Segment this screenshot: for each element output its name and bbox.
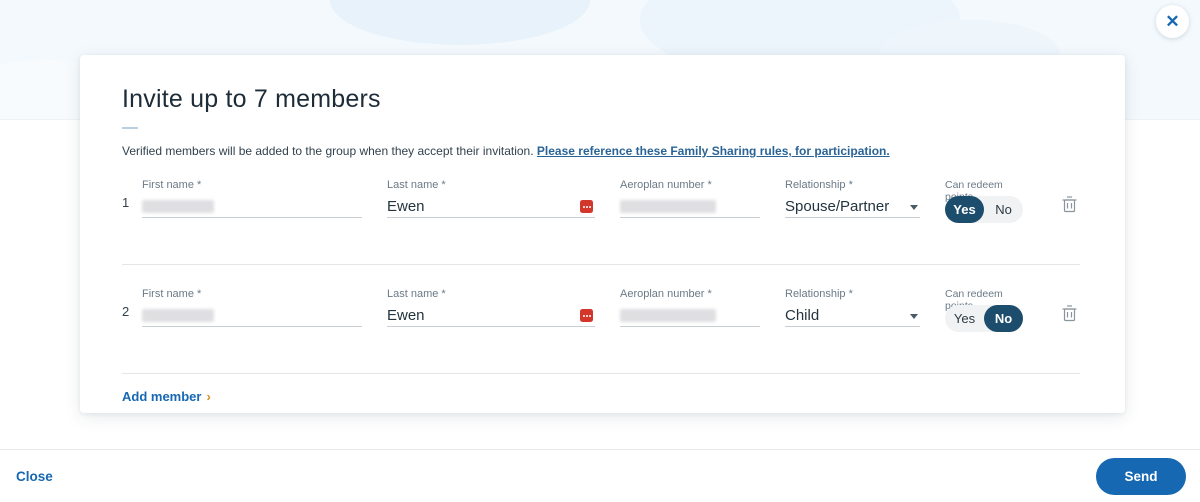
- last-name-field[interactable]: Last name * Ewen: [387, 288, 595, 332]
- can-redeem-toggle[interactable]: Yes No: [945, 196, 1023, 223]
- redacted-value: [142, 200, 214, 213]
- last-name-input[interactable]: Ewen: [387, 305, 595, 327]
- relationship-value-box[interactable]: Child: [785, 305, 920, 327]
- last-name-value: Ewen: [387, 307, 425, 324]
- dialog-close-button[interactable]: ✕: [1156, 5, 1189, 38]
- row-index: 1: [122, 195, 130, 210]
- family-sharing-rules-link[interactable]: Please reference these Family Sharing ru…: [537, 144, 890, 158]
- dialog-description: Verified members will be added to the gr…: [122, 144, 1080, 158]
- close-icon: ✕: [1165, 12, 1180, 31]
- relationship-select[interactable]: Relationship * Child: [785, 288, 920, 332]
- first-name-label: First name *: [142, 179, 202, 191]
- description-text: Verified members will be added to the gr…: [122, 144, 534, 158]
- send-button[interactable]: Send: [1096, 457, 1186, 495]
- chevron-down-icon[interactable]: [910, 205, 918, 210]
- can-redeem-toggle-group: Can redeem points Yes No: [945, 179, 1033, 223]
- can-redeem-label: Can redeem points: [945, 179, 1003, 203]
- aeroplan-number-input[interactable]: [620, 196, 760, 218]
- aeroplan-number-label: Aeroplan number *: [620, 288, 712, 300]
- relationship-label: Relationship *: [785, 179, 853, 191]
- last-name-field[interactable]: Last name * Ewen: [387, 179, 595, 223]
- row-divider: [122, 373, 1080, 374]
- last-name-label: Last name *: [387, 179, 446, 191]
- last-name-label: Last name *: [387, 288, 446, 300]
- redeem-no-pill[interactable]: No: [984, 196, 1023, 223]
- first-name-field[interactable]: First name *: [142, 288, 362, 332]
- trash-icon: [1062, 196, 1076, 213]
- can-redeem-toggle[interactable]: Yes No: [945, 305, 1023, 332]
- first-name-input[interactable]: [142, 305, 362, 327]
- dialog-footer-bar: Close Send: [0, 449, 1200, 502]
- redeem-yes-pill[interactable]: Yes: [945, 305, 984, 332]
- member-row: 2 First name * Last name * Ewen Aeroplan…: [122, 288, 1080, 332]
- first-name-label: First name *: [142, 288, 202, 300]
- add-member-label: Add member: [122, 389, 202, 404]
- redeem-yes-pill[interactable]: Yes: [945, 196, 984, 223]
- relationship-label: Relationship *: [785, 288, 853, 300]
- first-name-field[interactable]: First name *: [142, 179, 362, 223]
- redeem-no-pill[interactable]: No: [984, 305, 1023, 332]
- autofill-extension-icon[interactable]: [580, 200, 593, 213]
- first-name-input[interactable]: [142, 196, 362, 218]
- cloud-shape: [330, 0, 590, 45]
- aeroplan-number-field[interactable]: Aeroplan number *: [620, 179, 760, 223]
- row-divider: [122, 264, 1080, 265]
- row-index: 2: [122, 304, 130, 319]
- title-accent-dash: [122, 127, 138, 129]
- page-title: Invite up to 7 members: [122, 85, 381, 113]
- chevron-down-icon[interactable]: [910, 314, 918, 319]
- relationship-value: Child: [785, 307, 820, 324]
- aeroplan-number-label: Aeroplan number *: [620, 179, 712, 191]
- autofill-extension-icon[interactable]: [580, 309, 593, 322]
- aeroplan-number-input[interactable]: [620, 305, 760, 327]
- trash-icon: [1062, 305, 1076, 322]
- close-button[interactable]: Close: [16, 469, 53, 484]
- redacted-value: [142, 309, 214, 322]
- relationship-select[interactable]: Relationship * Spouse/Partner: [785, 179, 920, 223]
- delete-member-button[interactable]: [1062, 196, 1077, 213]
- relationship-value: Spouse/Partner: [785, 198, 890, 215]
- aeroplan-number-field[interactable]: Aeroplan number *: [620, 288, 760, 332]
- member-rows: 1 First name * Last name * Ewen Aeroplan…: [122, 179, 1080, 406]
- member-row: 1 First name * Last name * Ewen Aeroplan…: [122, 179, 1080, 223]
- delete-member-button[interactable]: [1062, 305, 1077, 322]
- last-name-input[interactable]: Ewen: [387, 196, 595, 218]
- invite-members-dialog: Invite up to 7 members Verified members …: [80, 55, 1125, 413]
- chevron-right-icon: ›: [206, 389, 211, 404]
- redacted-value: [620, 200, 716, 213]
- relationship-value-box[interactable]: Spouse/Partner: [785, 196, 920, 218]
- can-redeem-label: Can redeem points: [945, 288, 1003, 312]
- can-redeem-toggle-group: Can redeem points Yes No: [945, 288, 1033, 332]
- redacted-value: [620, 309, 716, 322]
- add-member-link[interactable]: Add member ›: [122, 389, 211, 404]
- last-name-value: Ewen: [387, 198, 425, 215]
